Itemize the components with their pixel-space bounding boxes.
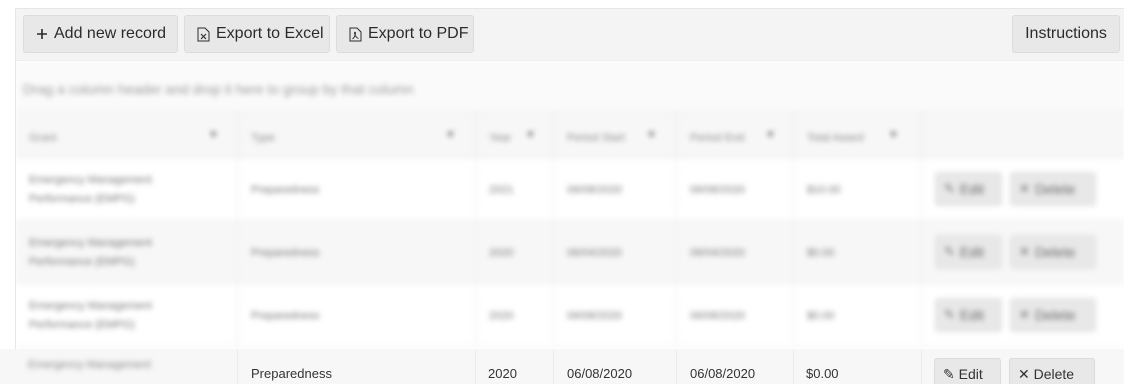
table-row[interactable]: Emergency Management Performance (EMPG) …: [16, 284, 1124, 347]
edit-label: Edit: [959, 181, 985, 197]
pencil-icon: ✎: [943, 366, 959, 382]
close-icon: ✕: [1019, 181, 1030, 196]
filter-icon[interactable]: ▼: [765, 129, 776, 141]
column-divider: [237, 349, 238, 384]
group-hint-text: Drag a column header and drop it here to…: [23, 81, 414, 97]
cell-year: 2021: [476, 158, 554, 221]
delete-button[interactable]: ✕ Delete: [1009, 358, 1095, 384]
pdf-file-icon: [349, 27, 362, 42]
cell-period-end: 06/04/2020: [677, 221, 794, 284]
cell-grant: Emergency Management Performance (EMPG): [16, 284, 238, 347]
close-icon: ✕: [1018, 366, 1034, 382]
edit-label: Edit: [959, 244, 985, 260]
cell-grant: Emergency Management: [28, 359, 151, 371]
column-header-actions: [922, 113, 1124, 158]
column-divider: [676, 349, 677, 384]
cell-type: Preparedness: [251, 366, 332, 381]
column-header-label: Grant: [29, 132, 57, 144]
cell-grant: Emergency Management Performance (EMPG): [16, 158, 238, 221]
export-pdf-label: Export to PDF: [368, 25, 469, 42]
group-drop-zone[interactable]: Drag a column header and drop it here to…: [16, 61, 1124, 113]
export-excel-label: Export to Excel: [216, 25, 324, 42]
filter-icon[interactable]: ▼: [646, 129, 657, 141]
delete-button[interactable]: ✕ Delete: [1010, 172, 1096, 206]
column-header-period-end[interactable]: Period End ▼: [677, 113, 794, 158]
filter-icon[interactable]: ▼: [208, 129, 219, 141]
cell-total-award: $10.00: [794, 158, 922, 221]
column-header-type[interactable]: Type ▼: [238, 113, 476, 158]
column-header-label: Type: [251, 132, 275, 144]
close-icon: ✕: [1019, 244, 1030, 259]
grid-header: Grant ▼ Type ▼ Year ▼ Period Start ▼ Per…: [16, 113, 1124, 158]
column-header-grant[interactable]: Grant ▼: [16, 113, 238, 158]
column-divider: [475, 349, 476, 384]
cell-period-end: 06/08/2020: [690, 366, 756, 381]
cell-period-end: 06/08/2020: [677, 284, 794, 347]
cell-period-start: 06/08/2020: [554, 158, 677, 221]
column-header-label: Period End: [690, 132, 745, 144]
close-icon: ✕: [1019, 307, 1030, 322]
column-divider: [553, 349, 554, 384]
cell-year: 2020: [476, 284, 554, 347]
delete-button[interactable]: ✕ Delete: [1010, 235, 1096, 269]
pencil-icon: ✎: [944, 244, 955, 259]
cell-type: Preparedness: [238, 158, 476, 221]
cell-total-award: $0.00: [806, 366, 839, 381]
column-header-year[interactable]: Year ▼: [476, 113, 554, 158]
cell-year: 2020: [476, 221, 554, 284]
edit-label: Edit: [959, 307, 985, 323]
cell-total-award: $0.00: [794, 284, 922, 347]
cell-period-start: 06/08/2020: [567, 366, 633, 381]
filter-icon[interactable]: ▼: [445, 129, 456, 141]
grid-toolbar: Add new record Export to Excel Export to…: [16, 9, 1124, 61]
plus-icon: [36, 28, 48, 40]
column-header-label: Period Start: [567, 132, 626, 144]
cell-year: 2020: [488, 366, 517, 381]
cell-type: Preparedness: [238, 221, 476, 284]
add-new-record-label: Add new record: [54, 25, 167, 42]
delete-label: Delete: [1033, 366, 1075, 382]
column-header-total-award[interactable]: Total Award ▼: [794, 113, 922, 158]
export-excel-button[interactable]: Export to Excel: [184, 15, 330, 53]
delete-label: Delete: [1034, 181, 1076, 197]
delete-button[interactable]: ✕ Delete: [1010, 298, 1096, 332]
filter-icon[interactable]: ▼: [525, 129, 536, 141]
filter-icon[interactable]: ▼: [888, 129, 899, 141]
cell-total-award: $0.00: [794, 221, 922, 284]
instructions-label: Instructions: [1025, 25, 1107, 42]
edit-button[interactable]: ✎ Edit: [934, 358, 1001, 384]
table-row[interactable]: Emergency Management Performance (EMPG) …: [16, 221, 1124, 284]
column-header-period-start[interactable]: Period Start ▼: [554, 113, 677, 158]
instructions-button[interactable]: Instructions: [1012, 15, 1120, 53]
cell-period-start: 06/08/2020: [554, 284, 677, 347]
add-new-record-button[interactable]: Add new record: [23, 15, 178, 53]
edit-label: Edit: [958, 366, 983, 382]
export-pdf-button[interactable]: Export to PDF: [336, 15, 474, 53]
cell-period-end: 06/08/2020: [677, 158, 794, 221]
grid-widget: Add new record Export to Excel Export to…: [15, 8, 1124, 384]
cell-type: Preparedness: [238, 284, 476, 347]
cell-grant: Emergency Management Performance (EMPG): [16, 221, 238, 284]
table-row-partial[interactable]: Emergency Management Preparedness 2020 0…: [0, 349, 1124, 384]
pencil-icon: ✎: [944, 307, 955, 322]
excel-file-icon: [197, 27, 210, 42]
cell-period-start: 06/04/2020: [554, 221, 677, 284]
delete-label: Delete: [1034, 244, 1076, 260]
column-header-label: Year: [489, 132, 512, 144]
edit-button[interactable]: ✎ Edit: [935, 235, 1002, 269]
table-row[interactable]: Emergency Management Performance (EMPG) …: [16, 158, 1124, 221]
grid-body: Drag a column header and drop it here to…: [16, 61, 1124, 384]
column-divider: [921, 349, 922, 384]
column-divider: [793, 349, 794, 384]
edit-button[interactable]: ✎ Edit: [935, 172, 1002, 206]
delete-label: Delete: [1034, 307, 1076, 323]
pencil-icon: ✎: [944, 181, 955, 196]
column-header-label: Total Award: [807, 132, 864, 144]
edit-button[interactable]: ✎ Edit: [935, 298, 1002, 332]
